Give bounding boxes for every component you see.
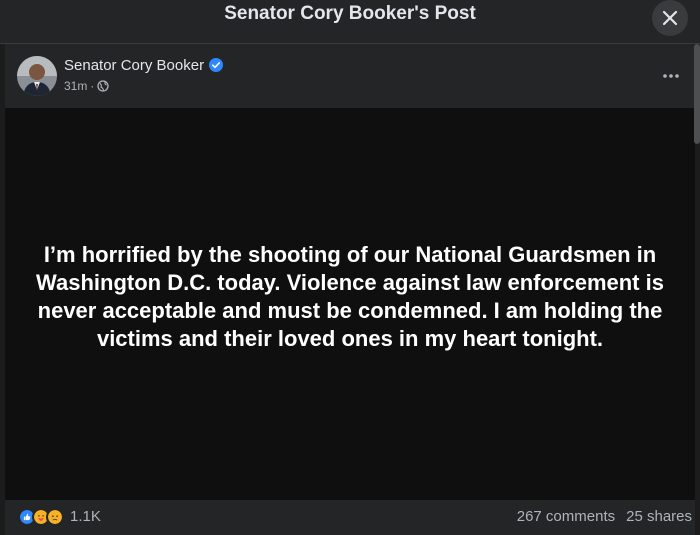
post-text: I’m horrified by the shooting of our Nat… <box>36 242 664 351</box>
verified-badge-icon <box>209 58 223 72</box>
post-header: Senator Cory Booker 31m · <box>5 44 695 108</box>
post-card: Senator Cory Booker 31m · I’m horrified … <box>5 44 695 535</box>
modal-title: Senator Cory Booker's Post <box>224 3 476 24</box>
close-icon <box>662 10 678 26</box>
comments-count[interactable]: 267 comments <box>517 508 615 526</box>
post-time[interactable]: 31m <box>64 78 87 94</box>
engagement-counts: 267 comments 25 shares <box>517 508 692 526</box>
close-button[interactable] <box>652 0 688 36</box>
avatar-image <box>17 56 57 96</box>
avatar[interactable] <box>17 56 57 96</box>
globe-icon <box>97 80 109 92</box>
post-meta: 31m · <box>64 78 109 94</box>
post-footer: 1.1K 267 comments 25 shares <box>5 500 695 535</box>
text-post-background: I’m horrified by the shooting of our Nat… <box>5 108 695 500</box>
shares-count[interactable]: 25 shares <box>626 508 692 526</box>
author-name[interactable]: Senator Cory Booker <box>64 56 204 75</box>
meta-separator: · <box>90 79 95 93</box>
reaction-count[interactable]: 1.1K <box>70 508 101 526</box>
more-options-icon <box>663 74 679 78</box>
sad-icon <box>46 508 64 526</box>
modal-header: Senator Cory Booker's Post <box>0 0 700 44</box>
more-options-button[interactable] <box>659 64 683 88</box>
reactions-summary[interactable]: 1.1K <box>18 508 101 526</box>
scrollbar[interactable] <box>694 44 700 144</box>
